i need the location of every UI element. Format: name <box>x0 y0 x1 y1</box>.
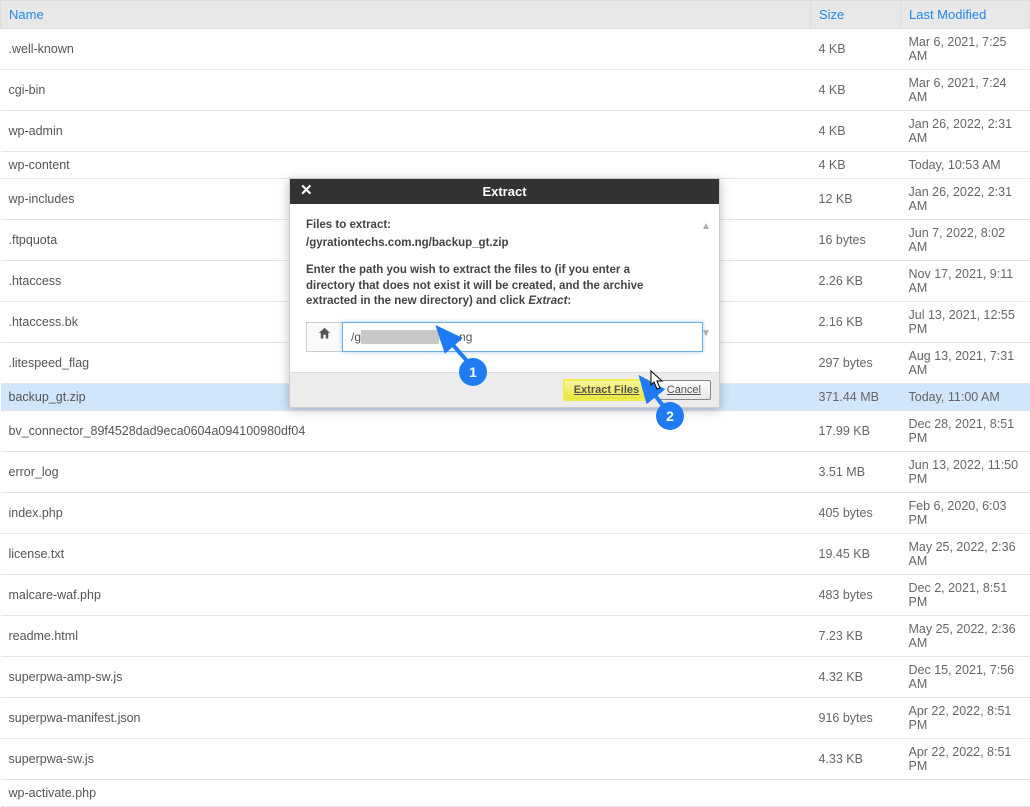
cell-modified: May 25, 2022, 2:36 AM <box>901 534 1030 575</box>
cell-modified: Aug 13, 2021, 7:31 AM <box>901 343 1030 384</box>
cell-modified: Dec 15, 2021, 7:56 AM <box>901 657 1030 698</box>
cell-modified <box>901 780 1030 807</box>
cell-size: 4.32 KB <box>811 657 901 698</box>
table-row[interactable]: bv_connector_89f4528dad9eca0604a09410098… <box>1 411 1030 452</box>
redacted-text: xxxxxxxxxxxxx <box>361 330 439 344</box>
cell-name: license.txt <box>1 534 811 575</box>
cell-modified: Mar 6, 2021, 7:24 AM <box>901 70 1030 111</box>
cell-size: 4 KB <box>811 111 901 152</box>
cell-size: 19.45 KB <box>811 534 901 575</box>
table-row[interactable]: readme.html7.23 KBMay 25, 2022, 2:36 AM <box>1 616 1030 657</box>
cell-modified: Nov 17, 2021, 9:11 AM <box>901 261 1030 302</box>
cancel-button[interactable]: Cancel <box>657 380 711 400</box>
cell-name: cgi-bin <box>1 70 811 111</box>
cell-size: 12 KB <box>811 179 901 220</box>
cell-modified: Dec 28, 2021, 8:51 PM <box>901 411 1030 452</box>
cell-size: 371.44 MB <box>811 384 901 411</box>
table-row[interactable]: wp-activate.php <box>1 780 1030 807</box>
table-header-row: Name Size Last Modified <box>1 1 1030 29</box>
cell-size: 2.16 KB <box>811 302 901 343</box>
table-row[interactable]: wp-admin4 KBJan 26, 2022, 2:31 AM <box>1 111 1030 152</box>
table-row[interactable]: superpwa-manifest.json916 bytesApr 22, 2… <box>1 698 1030 739</box>
extract-instruction: Enter the path you wish to extract the f… <box>306 263 676 310</box>
table-row[interactable]: wp-content4 KBToday, 10:53 AM <box>1 152 1030 179</box>
cell-modified: Jun 7, 2022, 8:02 AM <box>901 220 1030 261</box>
cell-name: wp-content <box>1 152 811 179</box>
home-button[interactable] <box>306 322 342 352</box>
cell-modified: Feb 6, 2020, 6:03 PM <box>901 493 1030 534</box>
scroll-up-icon[interactable]: ▲ <box>701 220 711 234</box>
dialog-body: ▲ ▼ Files to extract: /gyrationtechs.com… <box>290 204 719 372</box>
cell-modified: Jan 26, 2022, 2:31 AM <box>901 179 1030 220</box>
cell-size: 16 bytes <box>811 220 901 261</box>
column-size[interactable]: Size <box>811 1 901 29</box>
cell-name: .well-known <box>1 29 811 70</box>
files-to-extract-label: Files to extract: <box>306 218 703 234</box>
cell-size: 297 bytes <box>811 343 901 384</box>
cell-size: 483 bytes <box>811 575 901 616</box>
cell-modified: Jun 13, 2022, 11:50 PM <box>901 452 1030 493</box>
table-row[interactable]: malcare-waf.php483 bytesDec 2, 2021, 8:5… <box>1 575 1030 616</box>
files-to-extract-path: /gyrationtechs.com.ng/backup_gt.zip <box>306 236 703 252</box>
table-row[interactable]: .well-known4 KBMar 6, 2021, 7:25 AM <box>1 29 1030 70</box>
cell-modified: May 25, 2022, 2:36 AM <box>901 616 1030 657</box>
extract-path-input[interactable]: /gxxxxxxxxxxxxxom.ng <box>342 322 703 352</box>
table-row[interactable]: superpwa-amp-sw.js4.32 KBDec 15, 2021, 7… <box>1 657 1030 698</box>
dialog-scrollbar[interactable]: ▲ ▼ <box>699 220 713 340</box>
cell-name: superpwa-sw.js <box>1 739 811 780</box>
cell-size: 4 KB <box>811 70 901 111</box>
cell-modified: Today, 10:53 AM <box>901 152 1030 179</box>
dialog-title-text: Extract <box>482 184 526 199</box>
column-modified[interactable]: Last Modified <box>901 1 1030 29</box>
cell-size: 4 KB <box>811 29 901 70</box>
cell-modified: Apr 22, 2022, 8:51 PM <box>901 739 1030 780</box>
cell-name: bv_connector_89f4528dad9eca0604a09410098… <box>1 411 811 452</box>
cell-name: malcare-waf.php <box>1 575 811 616</box>
table-row[interactable]: index.php405 bytesFeb 6, 2020, 6:03 PM <box>1 493 1030 534</box>
cell-modified: Jan 26, 2022, 2:31 AM <box>901 111 1030 152</box>
cell-modified: Apr 22, 2022, 8:51 PM <box>901 698 1030 739</box>
cell-name: index.php <box>1 493 811 534</box>
extract-dialog: ✕ Extract ▲ ▼ Files to extract: /gyratio… <box>289 178 720 408</box>
column-name[interactable]: Name <box>1 1 811 29</box>
scroll-down-icon[interactable]: ▼ <box>701 327 711 341</box>
cell-name: wp-admin <box>1 111 811 152</box>
cell-modified: Jul 13, 2021, 12:55 PM <box>901 302 1030 343</box>
dialog-footer: Extract Files Cancel <box>290 372 719 407</box>
cell-modified: Today, 11:00 AM <box>901 384 1030 411</box>
cell-name: superpwa-manifest.json <box>1 698 811 739</box>
cell-modified: Mar 6, 2021, 7:25 AM <box>901 29 1030 70</box>
cell-name: readme.html <box>1 616 811 657</box>
table-row[interactable]: cgi-bin4 KBMar 6, 2021, 7:24 AM <box>1 70 1030 111</box>
table-row[interactable]: license.txt19.45 KBMay 25, 2022, 2:36 AM <box>1 534 1030 575</box>
close-icon[interactable]: ✕ <box>300 181 311 199</box>
cell-name: wp-activate.php <box>1 780 811 807</box>
cell-size: 17.99 KB <box>811 411 901 452</box>
cell-size: 405 bytes <box>811 493 901 534</box>
cell-name: superpwa-amp-sw.js <box>1 657 811 698</box>
cell-size <box>811 780 901 807</box>
cell-modified: Dec 2, 2021, 8:51 PM <box>901 575 1030 616</box>
table-row[interactable]: superpwa-sw.js4.33 KBApr 22, 2022, 8:51 … <box>1 739 1030 780</box>
cell-name: error_log <box>1 452 811 493</box>
cell-size: 2.26 KB <box>811 261 901 302</box>
cell-size: 3.51 MB <box>811 452 901 493</box>
cell-size: 7.23 KB <box>811 616 901 657</box>
extract-files-button[interactable]: Extract Files <box>563 379 650 401</box>
table-row[interactable]: error_log3.51 MBJun 13, 2022, 11:50 PM <box>1 452 1030 493</box>
cell-size: 916 bytes <box>811 698 901 739</box>
cell-size: 4.33 KB <box>811 739 901 780</box>
home-icon <box>317 326 332 347</box>
cell-size: 4 KB <box>811 152 901 179</box>
dialog-titlebar[interactable]: ✕ Extract <box>290 179 719 204</box>
